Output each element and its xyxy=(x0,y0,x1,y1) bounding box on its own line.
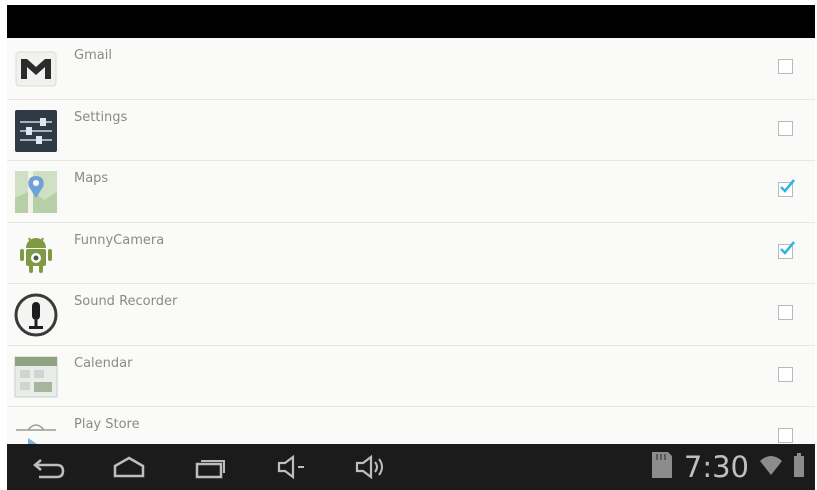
app-label: Settings xyxy=(74,109,128,125)
gmail-icon xyxy=(13,46,59,92)
battery-icon xyxy=(793,452,805,482)
app-checkbox[interactable] xyxy=(778,428,793,443)
app-checkbox[interactable] xyxy=(778,240,796,259)
app-checkbox[interactable] xyxy=(778,179,796,197)
app-checkbox[interactable] xyxy=(778,366,793,382)
app-row-maps[interactable]: Maps xyxy=(7,161,815,223)
app-label: Sound Recorder xyxy=(74,294,178,309)
android-robot-icon xyxy=(13,231,59,277)
app-row-sound-recorder[interactable]: Sound Recorder xyxy=(7,284,815,346)
microphone-icon xyxy=(13,292,59,338)
app-list: Gmail Settings Maps FunnyCamera Sound Re… xyxy=(7,38,815,444)
app-checkbox[interactable] xyxy=(778,120,793,136)
volume-down-icon[interactable] xyxy=(269,452,313,482)
calendar-icon xyxy=(13,354,59,400)
app-row-funnycamera[interactable]: FunnyCamera xyxy=(7,222,815,284)
app-label: Maps xyxy=(74,171,109,186)
app-checkbox[interactable] xyxy=(778,305,793,320)
volume-up-icon[interactable] xyxy=(349,452,393,482)
clock: 7:30 xyxy=(683,450,749,484)
app-row-gmail[interactable]: Gmail xyxy=(7,38,815,100)
title-bar xyxy=(7,5,815,38)
home-icon[interactable] xyxy=(107,452,151,482)
app-label: Play Store xyxy=(74,417,140,432)
checkmark-icon xyxy=(780,179,796,193)
app-picker-screen: Gmail Settings Maps FunnyCamera Sound Re… xyxy=(0,0,817,490)
app-row-settings[interactable]: Settings xyxy=(7,99,815,161)
sd-card-icon xyxy=(648,450,674,484)
back-icon[interactable] xyxy=(27,452,71,482)
settings-icon xyxy=(13,108,59,154)
status-area: 7:30 xyxy=(648,450,805,484)
wifi-icon xyxy=(759,454,783,480)
app-row-play-store[interactable]: Play Store xyxy=(7,407,815,444)
app-label: Calendar xyxy=(74,355,133,371)
app-row-calendar[interactable]: Calendar xyxy=(7,345,815,407)
app-checkbox[interactable] xyxy=(778,59,793,74)
checkmark-icon xyxy=(780,240,796,255)
app-label: Gmail xyxy=(74,48,112,63)
recent-apps-icon[interactable] xyxy=(187,452,231,482)
play-store-icon xyxy=(13,415,59,444)
app-label: FunnyCamera xyxy=(74,232,165,248)
maps-icon xyxy=(13,169,59,215)
navigation-bar: 7:30 xyxy=(7,444,815,490)
